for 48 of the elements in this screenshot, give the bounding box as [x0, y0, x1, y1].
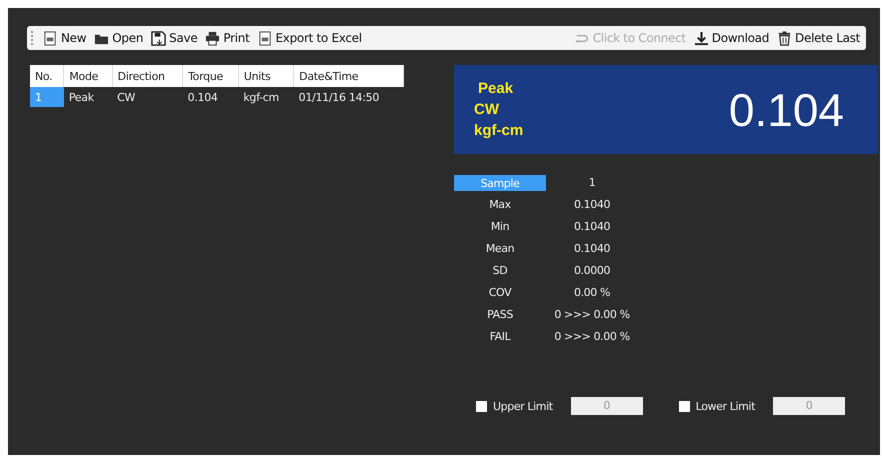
stat-label: Min	[490, 219, 510, 235]
table-cell: CW	[112, 87, 183, 107]
toolbar-button[interactable]: Save	[149, 30, 200, 46]
column-header[interactable]: Torque	[182, 65, 238, 87]
toolbar-button[interactable]: Open	[92, 30, 146, 46]
limit-label: Upper Limit	[493, 400, 553, 412]
stat-value: 1	[588, 175, 596, 191]
column-header[interactable]: Date&Time	[294, 65, 404, 87]
column-header[interactable]: Direction	[112, 65, 183, 87]
toolbar-button[interactable]: Delete Last	[775, 30, 862, 46]
stat-value: 0.0000	[572, 263, 612, 279]
table-cell: 1	[30, 87, 64, 107]
stat-value: 0 >>> 0.00 %	[553, 307, 631, 323]
column-header[interactable]: Mode	[64, 65, 112, 87]
save-icon	[151, 30, 166, 46]
table-cell: Peak	[64, 87, 112, 107]
stat-value: 0 >>> 0.00 %	[553, 329, 631, 345]
stat-value: 0.1040	[572, 197, 612, 213]
table-cell: 0.104	[182, 87, 238, 107]
doc-icon	[258, 30, 273, 46]
stat-value: 0.1040	[572, 219, 612, 235]
stat-label: PASS	[486, 307, 514, 323]
direction-label: CW	[474, 101, 500, 118]
toolbar-button[interactable]: Export to Excel	[256, 30, 364, 46]
toolbar-button[interactable]: Download	[692, 30, 772, 46]
stat-label: FAIL	[488, 329, 512, 345]
table-cell: kgf-cm	[238, 87, 294, 107]
stat-label: Max	[488, 197, 512, 213]
stat-value: 0.1040	[572, 241, 612, 257]
stat-label: SD	[492, 263, 508, 279]
doc-icon	[43, 30, 58, 46]
stat-label: COV	[488, 285, 512, 301]
torque-reading: 0.104	[728, 82, 844, 136]
stat-label: Mean	[484, 241, 516, 257]
units-label: kgf-cm	[474, 122, 524, 139]
column-header[interactable]: Units	[238, 65, 294, 87]
checkbox[interactable]	[476, 400, 487, 412]
download-icon	[694, 30, 709, 46]
mode-label: Peak	[478, 80, 514, 97]
limit-label: Lower Limit	[696, 400, 755, 412]
trash-icon	[777, 30, 792, 46]
column-header[interactable]: No.	[30, 65, 64, 87]
checkbox[interactable]	[678, 400, 690, 412]
stat-value: 0.00 %	[572, 285, 612, 301]
printer-icon	[205, 30, 220, 46]
toolbar-button[interactable]: New	[41, 30, 88, 46]
table-cell: 01/11/16 14:50	[294, 87, 404, 107]
toolbar-button[interactable]: Print	[203, 30, 252, 46]
